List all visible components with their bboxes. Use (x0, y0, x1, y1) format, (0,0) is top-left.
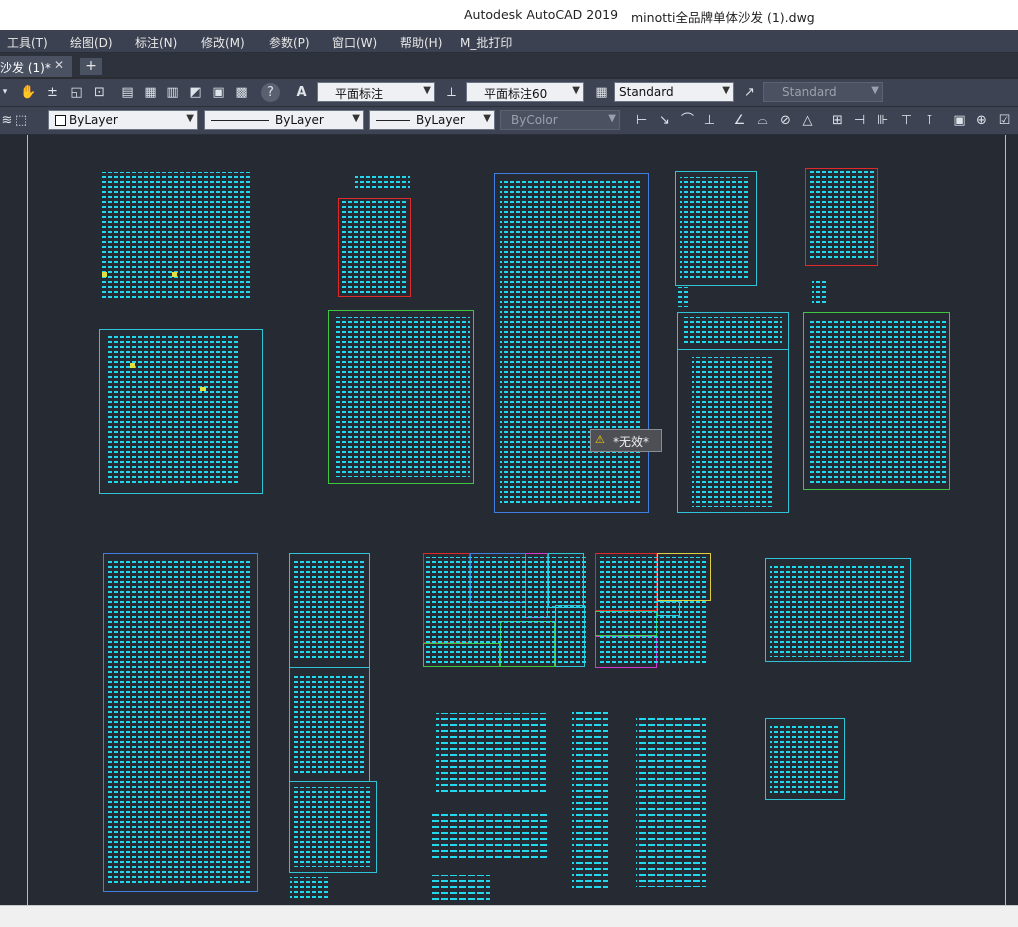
radius-dim-icon[interactable]: ∠ (730, 111, 749, 130)
sheet-set-icon[interactable]: ◩ (186, 83, 205, 102)
invalid-tooltip: ⚠ *无效* (590, 429, 662, 452)
layer-stack-icon[interactable]: ≋ (0, 111, 14, 130)
tab-drawing-label: 沙发 (1)* (0, 61, 51, 75)
zoom-window-icon[interactable]: ◱ (67, 83, 86, 102)
mleader-style-value: Standard (782, 85, 837, 99)
new-tab-button[interactable]: + (80, 58, 102, 75)
table-style-icon[interactable]: ▦ (592, 83, 611, 102)
chevron-down-icon: ▼ (352, 113, 360, 124)
zoom-realtime-icon[interactable]: ± (43, 83, 62, 102)
dim-style-icon[interactable]: ⟂ (442, 83, 461, 102)
match-layer-icon[interactable]: ⬚ (14, 111, 28, 130)
linetype-sample (211, 120, 269, 121)
zoom-previous-icon[interactable]: ⊡ (90, 83, 109, 102)
inspect-icon[interactable]: ☑ (995, 111, 1014, 130)
lineweight-value: ByLayer (416, 113, 465, 127)
markup-icon[interactable]: ▣ (209, 83, 228, 102)
plot-style-value: ByColor (511, 113, 558, 127)
tooltip-text: *无效* (613, 435, 650, 449)
linear-dim-icon[interactable]: ⊢ (632, 111, 651, 130)
color-combo[interactable]: ByLayer ▼ (48, 110, 198, 130)
aligned-dim-icon[interactable]: ↘ (655, 111, 674, 130)
menu-tools[interactable]: 工具(T) (7, 34, 48, 51)
menu-batch-plot[interactable]: M_批打印 (460, 34, 512, 51)
color-swatch (55, 115, 66, 126)
dim-space-icon[interactable]: ⊤ (897, 111, 916, 130)
linetype-value: ByLayer (275, 113, 324, 127)
text-style-combo[interactable]: 平面标注 ▼ (317, 82, 435, 102)
dim-style-combo[interactable]: 平面标注60 ▼ (466, 82, 584, 102)
arc-length-icon[interactable]: ⌒ (678, 111, 697, 130)
file-title: minotti全品牌单体沙发 (1).dwg (631, 10, 815, 25)
menu-window[interactable]: 窗口(W) (332, 34, 377, 51)
chevron-down-icon: ▼ (483, 113, 491, 124)
close-icon[interactable]: ✕ (54, 58, 64, 72)
continue-dim-icon[interactable]: ⊪ (873, 111, 892, 130)
chevron-down-icon: ▼ (186, 113, 194, 124)
dim-break-icon[interactable]: ⊺ (920, 111, 939, 130)
text-style-icon[interactable]: A (292, 83, 311, 102)
text-style-value: 平面标注 (335, 87, 384, 101)
menu-dimension[interactable]: 标注(N) (135, 34, 177, 51)
standard-toolbar: ▾ ✋ ± ◱ ⊡ ▤ ▦ ▥ ◩ ▣ ▩ ? A 平面标注 ▼ ⟂ 平面标注6… (0, 79, 1018, 107)
chevron-down-icon: ▼ (572, 85, 580, 96)
table-style-combo[interactable]: Standard ▼ (614, 82, 734, 102)
drawing-content (100, 171, 946, 901)
help-icon[interactable]: ? (261, 83, 280, 102)
properties-icon[interactable]: ▤ (118, 83, 137, 102)
chevron-down-icon: ▼ (608, 113, 616, 124)
chevron-down-icon: ▼ (722, 85, 730, 96)
pan-hand-icon[interactable]: ✋ (19, 83, 38, 102)
drawing-canvas[interactable]: ⚠ *无效* (0, 135, 1018, 905)
table-style-value: Standard (619, 85, 674, 99)
title-bar: Autodesk AutoCAD 2019 minotti全品牌单体沙发 (1)… (0, 0, 1018, 30)
design-center-icon[interactable]: ▦ (141, 83, 160, 102)
menu-bar: 工具(T) 绘图(D) 标注(N) 修改(M) 参数(P) 窗口(W) 帮助(H… (0, 30, 1018, 53)
tab-drawing[interactable]: 沙发 (1)* ✕ (0, 56, 72, 77)
angular-dim-icon[interactable]: △ (798, 111, 817, 130)
baseline-dim-icon[interactable]: ⊣ (850, 111, 869, 130)
center-mark-icon[interactable]: ⊕ (972, 111, 991, 130)
mleader-style-combo[interactable]: Standard ▼ (763, 82, 883, 102)
diameter-dim-icon[interactable]: ⊘ (776, 111, 795, 130)
menu-parametric[interactable]: 参数(P) (269, 34, 310, 51)
menu-draw[interactable]: 绘图(D) (70, 34, 113, 51)
chevron-down-icon: ▼ (423, 85, 431, 96)
properties-toolbar: ≋ ⬚ ByLayer ▼ ByLayer ▼ ByLayer ▼ ByColo… (0, 107, 1018, 135)
app-title: Autodesk AutoCAD 2019 (464, 7, 619, 22)
lineweight-sample (376, 120, 410, 121)
color-value: ByLayer (69, 113, 118, 127)
menu-modify[interactable]: 修改(M) (201, 34, 245, 51)
tolerance-icon[interactable]: ▣ (950, 111, 969, 130)
chevron-down-icon: ▼ (871, 85, 879, 96)
status-bar (0, 905, 1018, 927)
document-tab-bar: 沙发 (1)* ✕ + (0, 53, 1018, 77)
lineweight-combo[interactable]: ByLayer ▼ (369, 110, 495, 130)
menu-help[interactable]: 帮助(H) (400, 34, 442, 51)
plot-style-combo[interactable]: ByColor ▼ (500, 110, 620, 130)
toolbar-overflow-icon[interactable]: ▾ (0, 83, 10, 102)
ordinate-dim-icon[interactable]: ⊥ (700, 111, 719, 130)
jogged-dim-icon[interactable]: ⌓ (753, 111, 772, 130)
warning-icon: ⚠ (595, 433, 605, 446)
tool-palettes-icon[interactable]: ▥ (163, 83, 182, 102)
calculator-icon[interactable]: ▩ (232, 83, 251, 102)
quick-dim-icon[interactable]: ⊞ (828, 111, 847, 130)
linetype-combo[interactable]: ByLayer ▼ (204, 110, 364, 130)
dim-style-value: 平面标注60 (484, 87, 548, 101)
mleader-style-icon[interactable]: ↗ (740, 83, 759, 102)
